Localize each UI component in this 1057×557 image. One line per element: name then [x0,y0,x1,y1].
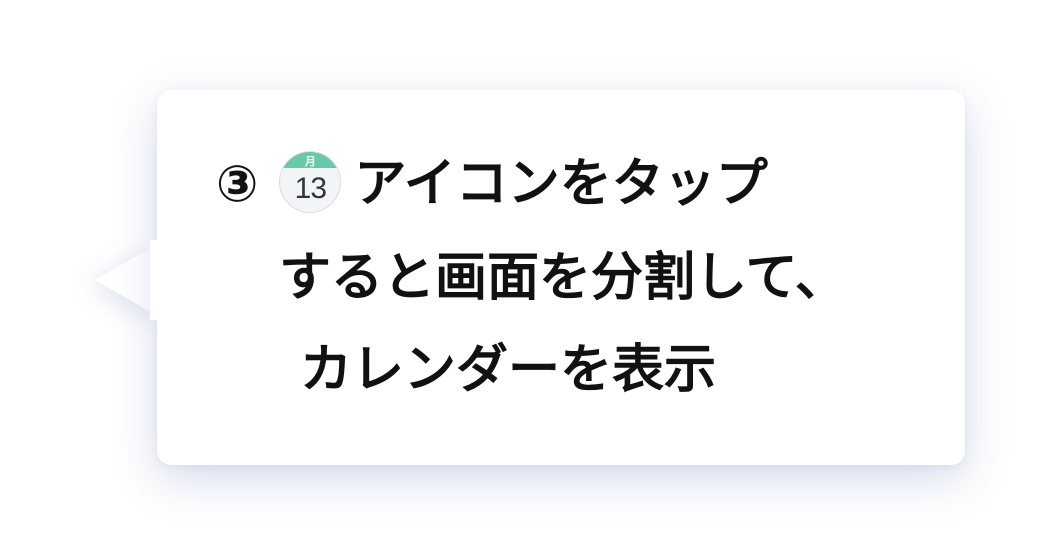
calendar-icon: 月 13 [276,148,344,216]
callout-line-1: ③ 月 13 アイコンをタップ [216,150,768,218]
calendar-icon-month-label: 月 [304,156,316,168]
speech-bubble-tail-joint [150,240,170,320]
callout-line-3: カレンダーを表示 [300,340,717,400]
step-number: ③ [216,155,259,213]
callout-line-2: すると画面を分割して、 [279,248,847,308]
calendar-icon-day-label: 13 [294,172,327,205]
callout-line-1-text: アイコンをタップ [354,154,768,214]
